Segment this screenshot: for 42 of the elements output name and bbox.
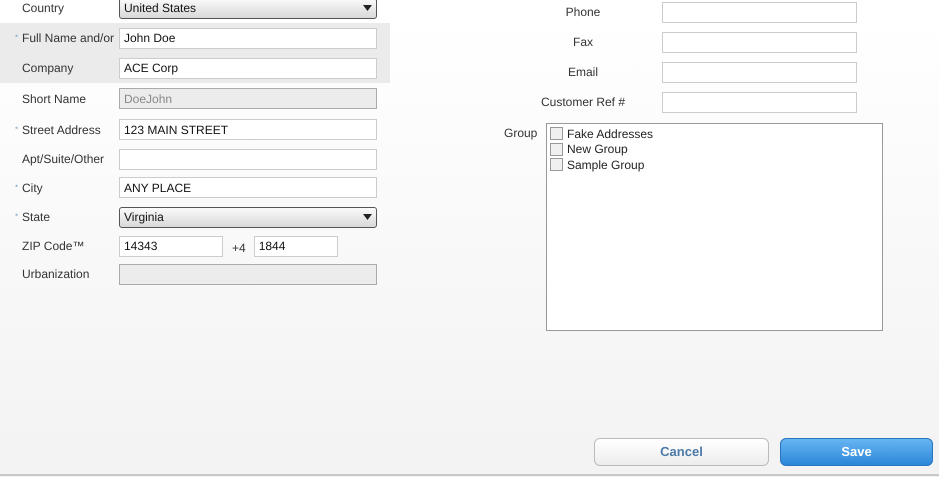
- required-mark: *: [15, 182, 20, 194]
- dropdown[interactable]: Virginia: [119, 206, 377, 228]
- required-mark: *: [15, 32, 20, 44]
- text-field[interactable]: [662, 32, 857, 52]
- required-mark: *: [15, 211, 20, 223]
- text-field[interactable]: ACE Corp: [119, 58, 377, 78]
- field-label: Customer Ref #: [540, 94, 626, 111]
- field-label: Apt/Suite/Other: [22, 151, 104, 168]
- field-label: Street Address: [22, 122, 101, 138]
- field-label: State: [22, 209, 50, 226]
- text-field[interactable]: [662, 92, 857, 112]
- plus-four-label: +4: [232, 240, 246, 257]
- text-field[interactable]: ANY PLACE: [119, 177, 377, 198]
- cancel-button[interactable]: Cancel: [594, 438, 769, 466]
- field-label: ZIP Code™: [22, 238, 84, 255]
- checkbox[interactable]: [550, 127, 563, 140]
- checkbox[interactable]: [550, 142, 563, 156]
- group-option[interactable]: New Group: [550, 142, 628, 157]
- field-label: Company: [22, 60, 74, 77]
- field-label: Fax: [572, 34, 593, 51]
- field-label: Short Name: [22, 90, 86, 108]
- text-field[interactable]: 123 MAIN STREET: [119, 119, 377, 140]
- zip-field[interactable]: 14343: [119, 236, 223, 256]
- checkbox[interactable]: [550, 158, 563, 172]
- zip-extension-field[interactable]: 1844: [254, 236, 338, 256]
- field-label: Urbanization: [22, 266, 90, 283]
- field-label: Country: [22, 0, 64, 17]
- text-field[interactable]: [662, 2, 857, 22]
- field-label: Email: [568, 64, 598, 81]
- group-label: Group: [503, 125, 538, 142]
- caret-icon: [363, 214, 372, 220]
- field-label: Phone: [566, 4, 600, 21]
- required-mark: *: [15, 124, 20, 136]
- text-field[interactable]: John Doe: [119, 28, 377, 48]
- caret-icon: [363, 5, 372, 11]
- text-field[interactable]: [119, 148, 377, 170]
- group-option[interactable]: Fake Addresses: [550, 126, 654, 142]
- text-field[interactable]: [662, 62, 857, 82]
- dropdown[interactable]: United States: [119, 0, 377, 18]
- field-label: City: [22, 180, 43, 196]
- field-label: Full Name and/or: [22, 30, 114, 47]
- group-option[interactable]: Sample Group: [550, 157, 644, 172]
